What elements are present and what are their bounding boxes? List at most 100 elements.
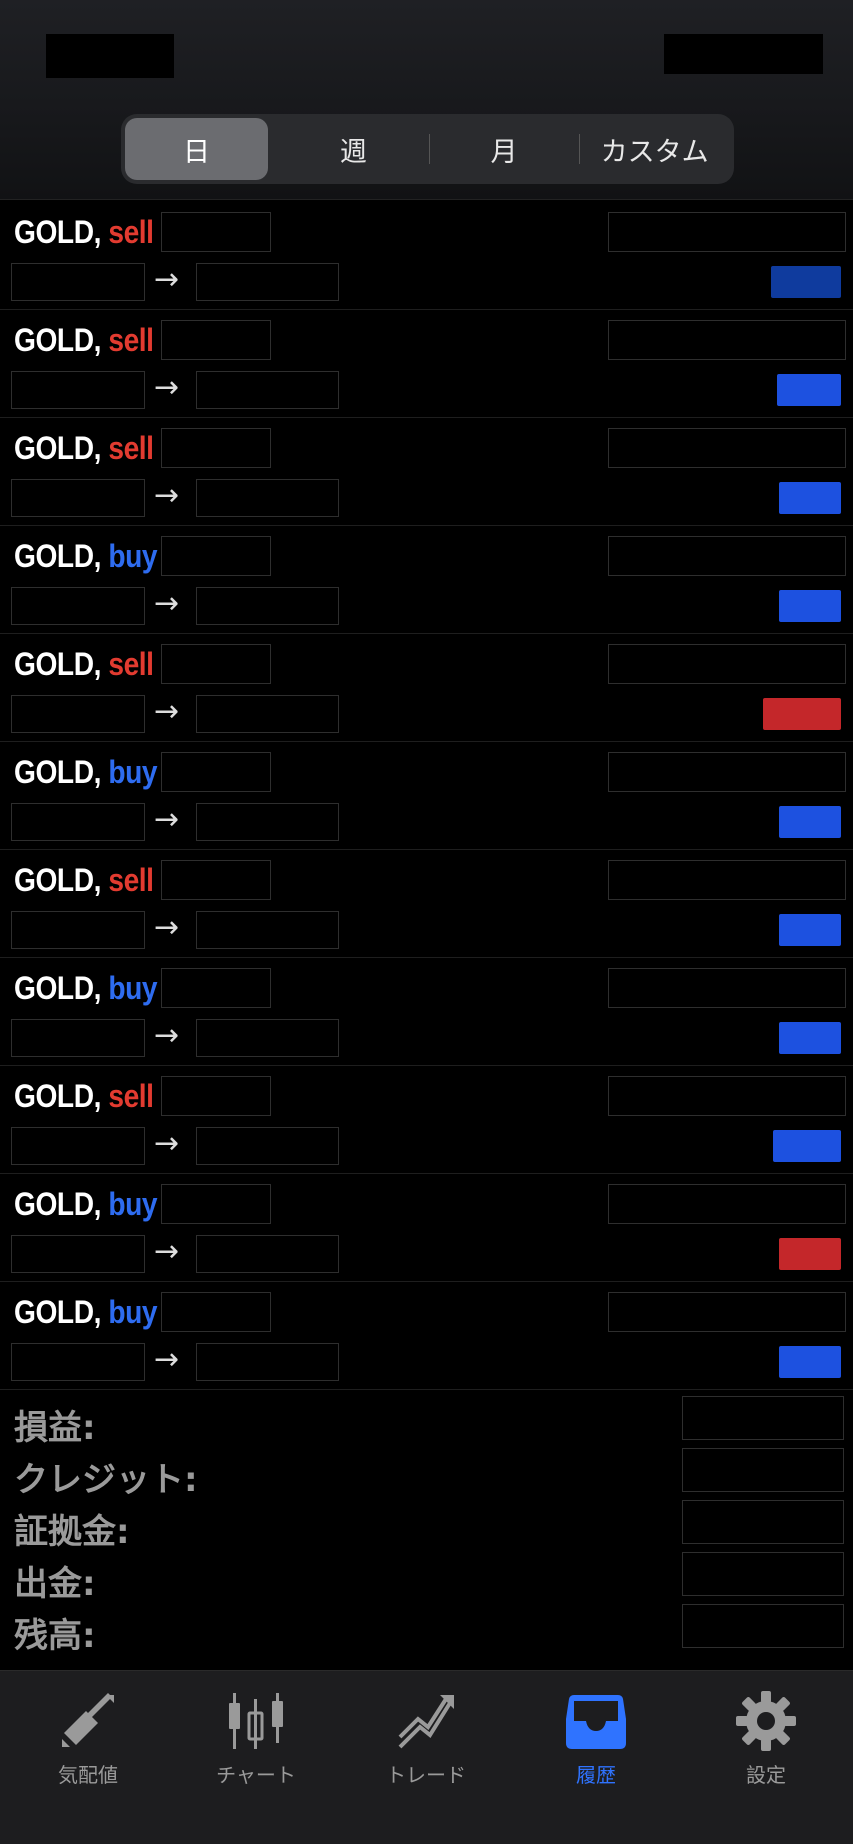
header: 日 週 月 カスタム (0, 0, 853, 200)
redacted-time (608, 212, 846, 252)
redacted-time (608, 1184, 846, 1224)
redacted-open-price (11, 263, 145, 301)
redacted-time (608, 1076, 846, 1116)
trade-row[interactable]: GOLD, sell → (0, 310, 853, 418)
redacted-time (608, 644, 846, 684)
symbol-name: GOLD, (14, 538, 101, 574)
tab-settings-label: 設定 (746, 1763, 786, 1787)
trade-side: sell (108, 646, 154, 682)
trade-row[interactable]: GOLD, buy → (0, 1282, 853, 1390)
tab-chart[interactable]: チャート (186, 1689, 326, 1788)
trade-row[interactable]: GOLD, sell → (0, 202, 853, 310)
redacted-close-price (196, 263, 339, 301)
period-segmented-control: 日 週 月 カスタム (121, 114, 734, 184)
summary-withdrawal-label: 出金: (14, 1564, 96, 1604)
trade-row[interactable]: GOLD, sell → (0, 1066, 853, 1174)
redacted-open-price (11, 587, 145, 625)
summary-profit: 損益: (0, 1392, 853, 1448)
redacted-profit (779, 914, 841, 946)
redacted-profit (779, 1022, 841, 1054)
redacted-volume (161, 1184, 271, 1224)
redacted-withdrawal-value (682, 1552, 844, 1596)
trade-row[interactable]: GOLD, buy → (0, 1174, 853, 1282)
trade-symbol: GOLD, buy (14, 754, 158, 791)
symbol-name: GOLD, (14, 1186, 101, 1222)
trade-symbol: GOLD, sell (14, 646, 154, 683)
redacted-volume (161, 212, 271, 252)
redacted-time (608, 428, 846, 468)
trade-row[interactable]: GOLD, sell → (0, 634, 853, 742)
redacted-volume (161, 968, 271, 1008)
trade-side: sell (108, 322, 154, 358)
redacted-open-price (11, 1235, 145, 1273)
symbol-name: GOLD, (14, 754, 101, 790)
price-arrow: → (154, 694, 180, 729)
trade-row[interactable]: GOLD, sell → (0, 850, 853, 958)
trade-symbol: GOLD, sell (14, 862, 154, 899)
period-tab-week[interactable]: 週 (278, 118, 429, 180)
redacted-margin-value (682, 1500, 844, 1544)
tab-settings[interactable]: 設定 (696, 1689, 836, 1788)
symbol-name: GOLD, (14, 862, 101, 898)
trade-history-list: GOLD, sell → GOLD, sell → GOLD, sell → GOLD, b… (0, 202, 853, 1390)
symbol-name: GOLD, (14, 430, 101, 466)
trade-side: sell (108, 862, 154, 898)
redacted-volume (161, 860, 271, 900)
summary-credit: クレジット: (0, 1444, 853, 1500)
trade-row[interactable]: GOLD, buy → (0, 958, 853, 1066)
inbox-tray-icon (566, 1695, 626, 1749)
bottom-tab-bar: 気配値 チャート トレード 履歴 設定 (0, 1670, 853, 1844)
candlestick-chart-icon (229, 1693, 283, 1749)
symbol-name: GOLD, (14, 1294, 101, 1330)
trade-row[interactable]: GOLD, sell → (0, 418, 853, 526)
period-tab-day[interactable]: 日 (125, 118, 268, 180)
price-arrow: → (154, 1018, 180, 1053)
trade-symbol: GOLD, buy (14, 1186, 158, 1223)
redacted-close-price (196, 371, 339, 409)
redacted-profit-value (682, 1396, 844, 1440)
trade-side: sell (108, 430, 154, 466)
redacted-time (608, 968, 846, 1008)
summary-balance-label: 残高: (14, 1616, 96, 1656)
tab-quotes[interactable]: 気配値 (18, 1689, 158, 1788)
price-arrow: → (154, 478, 180, 513)
redacted-close-price (196, 1235, 339, 1273)
redacted-volume (161, 320, 271, 360)
redacted-profit (779, 482, 841, 514)
period-tab-month[interactable]: 月 (428, 118, 580, 180)
trade-row[interactable]: GOLD, buy → (0, 526, 853, 634)
summary-margin-label: 証拠金: (14, 1512, 130, 1552)
price-arrow: → (154, 370, 180, 405)
redacted-volume (161, 536, 271, 576)
redacted-time (608, 860, 846, 900)
tab-history[interactable]: 履歴 (526, 1689, 666, 1788)
trade-side: buy (108, 754, 158, 790)
symbol-name: GOLD, (14, 970, 101, 1006)
redacted-open-price (11, 479, 145, 517)
summary-withdrawal: 出金: (0, 1548, 853, 1604)
redacted-volume (161, 1076, 271, 1116)
price-arrow: → (154, 802, 180, 837)
redacted-balance-value (682, 1604, 844, 1648)
redacted-close-price (196, 1019, 339, 1057)
redacted-open-price (11, 371, 145, 409)
price-arrow: → (154, 910, 180, 945)
trade-side: buy (108, 1186, 158, 1222)
period-tab-custom[interactable]: カスタム (579, 118, 730, 180)
redacted-open-price (11, 695, 145, 733)
redacted-title (46, 34, 174, 78)
redacted-volume (161, 752, 271, 792)
trade-side: buy (108, 1294, 158, 1330)
symbol-name: GOLD, (14, 214, 101, 250)
trade-row[interactable]: GOLD, buy → (0, 742, 853, 850)
redacted-close-price (196, 803, 339, 841)
tab-trade[interactable]: トレード (356, 1689, 496, 1788)
redacted-time (608, 1292, 846, 1332)
trade-symbol: GOLD, buy (14, 1294, 158, 1331)
trade-side: buy (108, 538, 158, 574)
redacted-profit (771, 266, 841, 298)
summary-margin: 証拠金: (0, 1496, 853, 1552)
redacted-profit (779, 1346, 841, 1378)
price-arrow: → (154, 1234, 180, 1269)
trade-side: sell (108, 214, 154, 250)
